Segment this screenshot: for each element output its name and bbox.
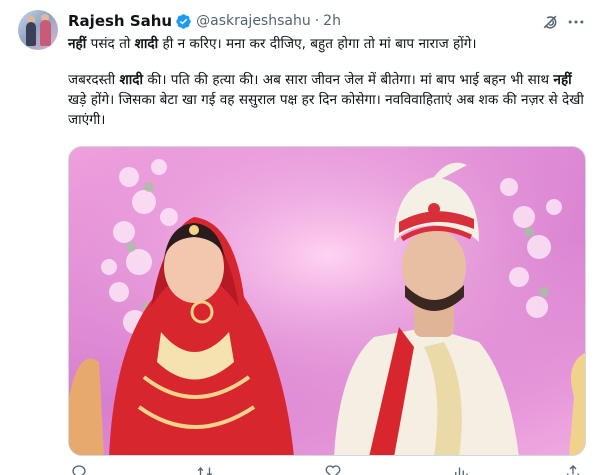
- bold-word: नहीं: [68, 36, 87, 52]
- bold-word: नहीं: [553, 72, 572, 88]
- tweet-text-span: ही न करिए। मना कर दीजिए, बहुत होगा तो मा…: [158, 36, 477, 52]
- reply-icon[interactable]: [70, 463, 88, 475]
- avatar-figure: [40, 20, 51, 46]
- tweet-paragraph: जबरदस्ती शादी की। पति की हत्या की। अब सा…: [68, 70, 588, 130]
- separator-dot: ·: [314, 13, 320, 29]
- tweet-text-span: की। पति की हत्या की। अब सारा जीवन जेल मे…: [143, 72, 554, 88]
- verified-badge-icon: [175, 13, 192, 30]
- tweet-actions: [68, 462, 586, 475]
- author-name[interactable]: Rajesh Sahu: [68, 12, 172, 30]
- tweet-text-span: जबरदस्ती: [68, 72, 120, 88]
- bold-word: शादी: [134, 36, 159, 52]
- tweet-text: नहीं पसंद तो शादी ही न करिए। मना कर दीजि…: [68, 34, 588, 130]
- avatar-figure: [26, 22, 36, 46]
- tweet-timestamp[interactable]: 2h: [323, 13, 341, 29]
- views-icon[interactable]: [452, 463, 470, 475]
- share-icon[interactable]: [564, 463, 582, 475]
- photo-illustration: [69, 147, 585, 455]
- retweet-icon[interactable]: [196, 463, 214, 475]
- tweet-paragraph: नहीं पसंद तो शादी ही न करिए। मना कर दीजि…: [68, 34, 588, 54]
- bold-word: शादी: [119, 72, 144, 88]
- like-icon[interactable]: [324, 463, 342, 475]
- more-options-icon[interactable]: [566, 12, 586, 32]
- tweet-text-span: पसंद तो: [86, 36, 135, 52]
- grok-icon[interactable]: [540, 12, 560, 32]
- tweet-card[interactable]: Rajesh Sahu @askrajeshsahu · 2h नहीं पसं…: [0, 0, 603, 475]
- tweet-text-span: खड़े होंगे। जिसका बेटा खा गई वह ससुराल प…: [68, 92, 584, 128]
- tweet-header: Rajesh Sahu @askrajeshsahu · 2h: [68, 10, 341, 32]
- wedding-couple-photo[interactable]: [68, 146, 586, 456]
- avatar[interactable]: [18, 10, 58, 50]
- author-handle[interactable]: @askrajeshsahu: [196, 13, 311, 29]
